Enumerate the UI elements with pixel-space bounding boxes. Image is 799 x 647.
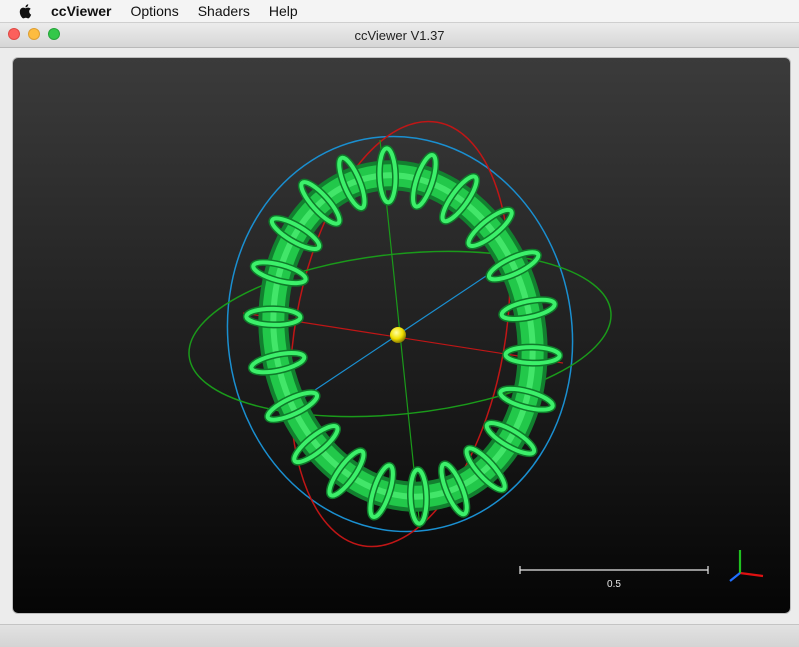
center-pivot-sphere[interactable] [390,327,406,343]
scale-bar [519,566,709,574]
menu-help[interactable]: Help [269,3,298,19]
menu-app-name[interactable]: ccViewer [51,3,111,19]
scene-canvas[interactable] [13,58,790,613]
window-title: ccViewer V1.37 [354,27,445,43]
3d-viewport[interactable]: 0.5 [12,57,791,614]
zoom-window-button[interactable] [48,28,60,40]
menu-bar: ccViewer Options Shaders Help [0,0,799,23]
apple-menu-icon[interactable] [15,0,37,22]
menu-options[interactable]: Options [130,3,178,19]
scale-bar-label: 0.5 [607,579,621,590]
menu-shaders[interactable]: Shaders [198,3,250,19]
status-bar [0,624,799,647]
window-controls [8,28,60,40]
orientation-axes-icon [729,550,764,582]
minimize-window-button[interactable] [28,28,40,40]
window-title-bar[interactable]: ccViewer V1.37 [0,23,799,48]
close-window-button[interactable] [8,28,20,40]
